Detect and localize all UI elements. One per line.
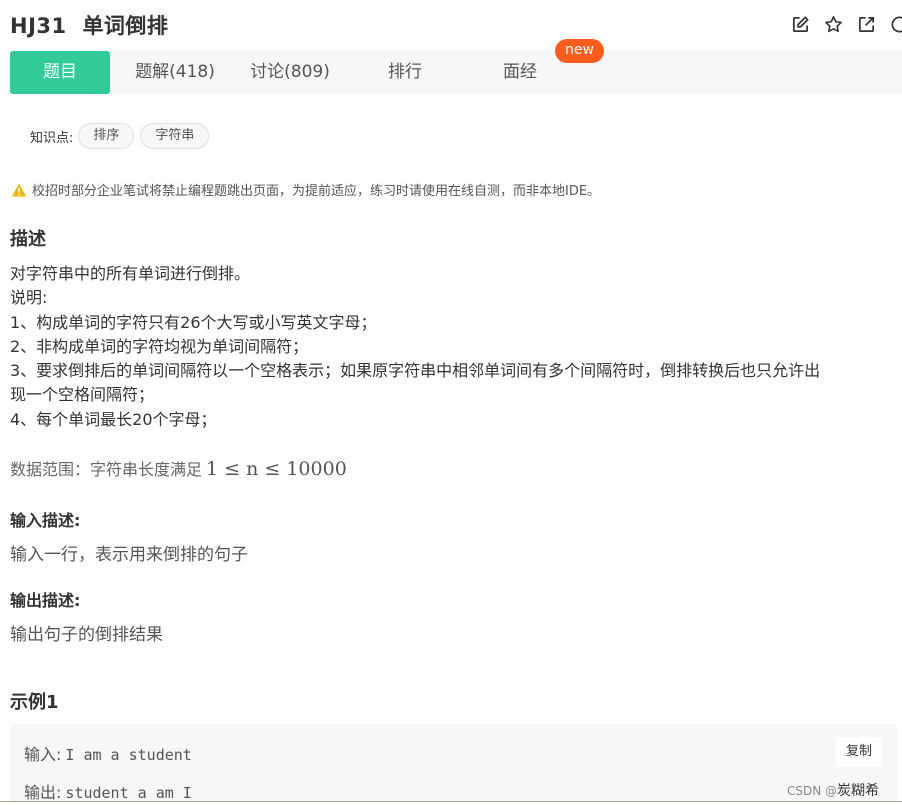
new-badge: new: [555, 39, 604, 63]
knowledge-label: 知识点:: [30, 130, 74, 146]
watermark-author: 炭糊希: [837, 783, 880, 799]
copy-button[interactable]: 复制: [836, 737, 882, 767]
problem-code: HJ31: [10, 14, 67, 38]
tab-problem[interactable]: 题目: [10, 51, 110, 94]
bottom-divider: [0, 801, 902, 805]
watermark: CSDN @炭糊希: [787, 780, 879, 800]
example-input-value: I am a student: [65, 746, 192, 764]
output-heading: 输出描述:: [10, 591, 81, 610]
example-input-row: 输入: I am a student: [24, 741, 192, 765]
header-actions: [789, 13, 902, 35]
problem-name: 单词倒排: [82, 14, 169, 38]
input-description: 输入一行，表示用来倒排的句子: [10, 545, 248, 565]
description-line: 说明:: [10, 288, 48, 308]
example-output-row: 输出: student a am I: [24, 779, 192, 803]
tab-bar: 题目 题解(418) 讨论(809) 排行 面经: [10, 51, 902, 94]
problem-title: HJ31 单词倒排: [10, 10, 168, 40]
description-body: 对字符串中的所有单词进行倒排。 说明: 1、构成单词的字符只有26个大写或小写英…: [10, 262, 900, 432]
warning-notice: 校招时部分企业笔试将禁止编程题跳出页面，为提前适应，练习时请使用在线自测，而非本…: [11, 180, 600, 199]
warning-text: 校招时部分企业笔试将禁止编程题跳出页面，为提前适应，练习时请使用在线自测，而非本…: [32, 184, 601, 199]
description-heading: 描述: [10, 229, 46, 250]
data-range: 数据范围：字符串长度满足 1 ≤ n ≤ 10000: [10, 456, 347, 480]
example-output-value: student a am I: [65, 784, 192, 802]
description-line: 3、要求倒排后的单词间隔符以一个空格表示；如果原字符串中相邻单词间有多个间隔符时…: [10, 361, 821, 381]
example-heading: 示例1: [10, 692, 59, 713]
more-icon[interactable]: [888, 13, 902, 35]
description-line: 现一个空格间隔符；: [10, 385, 155, 405]
page-header: HJ31 单词倒排: [0, 0, 902, 50]
example-box: 输入: I am a student 输出: student a am I 复制: [10, 724, 897, 805]
tag-sort[interactable]: 排序: [78, 123, 135, 149]
output-description: 输出句子的倒排结果: [10, 625, 163, 645]
description-line: 2、非构成单词的字符均视为单词间隔符；: [10, 336, 309, 356]
warning-icon: [12, 183, 26, 196]
external-link-icon[interactable]: [855, 13, 877, 35]
data-range-formula: 1 ≤ n ≤ 10000: [206, 458, 347, 480]
tab-solutions[interactable]: 题解(418): [124, 51, 226, 94]
description-line: 4、每个单词最长20个字母；: [10, 409, 217, 429]
watermark-text: CSDN @: [787, 784, 838, 798]
description-line: 1、构成单词的字符只有26个大写或小写英文字母；: [10, 312, 377, 332]
star-icon[interactable]: [822, 13, 844, 35]
edit-icon[interactable]: [789, 13, 811, 35]
input-heading: 输入描述:: [10, 511, 81, 530]
description-line: 对字符串中的所有单词进行倒排。: [10, 264, 251, 283]
data-range-label: 数据范围：字符串长度满足: [10, 460, 203, 479]
example-output-label: 输出:: [24, 783, 62, 802]
tab-ranking[interactable]: 排行: [360, 51, 450, 94]
tag-string[interactable]: 字符串: [140, 123, 210, 149]
example-input-label: 输入:: [24, 745, 62, 764]
knowledge-points: 知识点: 排序 字符串: [30, 122, 215, 150]
tab-discussion[interactable]: 讨论(809): [240, 51, 340, 94]
tab-interview[interactable]: 面经: [475, 51, 565, 94]
